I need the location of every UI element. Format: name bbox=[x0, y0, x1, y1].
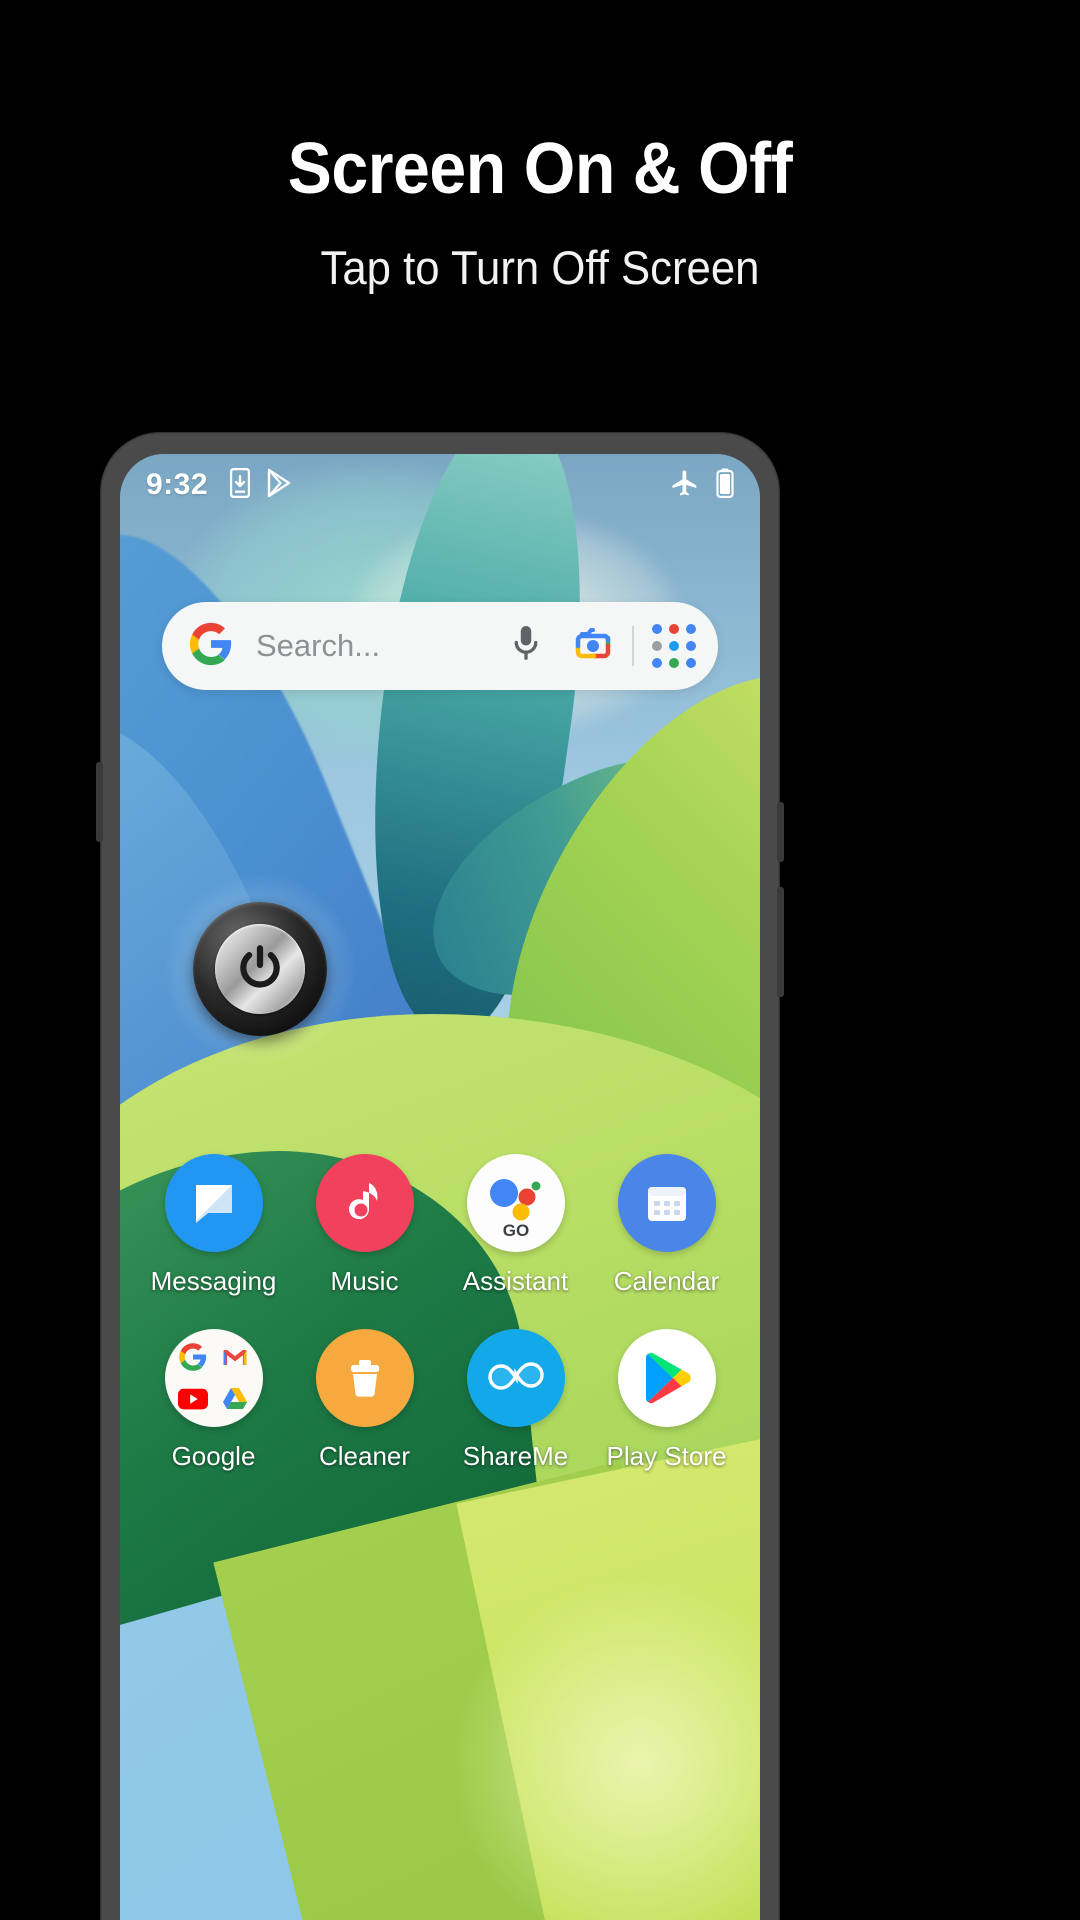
airplane-mode-icon bbox=[670, 468, 700, 503]
google-lens-camera-icon[interactable] bbox=[570, 624, 614, 669]
app-google-folder[interactable]: Google bbox=[149, 1329, 279, 1472]
power-icon bbox=[235, 942, 285, 997]
phone-download-icon bbox=[229, 467, 251, 503]
app-drawer-dots-icon[interactable] bbox=[652, 624, 696, 668]
app-calendar[interactable]: Calendar bbox=[602, 1154, 732, 1297]
app-label: Play Store bbox=[606, 1441, 727, 1471]
microphone-icon[interactable] bbox=[508, 623, 544, 670]
app-label: Assistant bbox=[462, 1266, 569, 1296]
app-label: Cleaner bbox=[318, 1441, 411, 1471]
phone-volume-rocker bbox=[777, 887, 784, 997]
app-grid: Messaging Music GO Assistant Calendar Go… bbox=[120, 1154, 760, 1504]
app-label: Google bbox=[171, 1441, 256, 1471]
screen-off-power-button[interactable] bbox=[165, 874, 355, 1064]
play-store-outline-icon bbox=[266, 468, 294, 503]
search-divider bbox=[632, 626, 634, 666]
infinity-icon bbox=[466, 1329, 565, 1427]
phone-power-side-button bbox=[777, 802, 784, 862]
power-button-face bbox=[215, 924, 305, 1014]
app-assistant[interactable]: GO Assistant bbox=[451, 1154, 581, 1297]
app-row: Messaging Music GO Assistant Calendar bbox=[120, 1154, 760, 1297]
app-music[interactable]: Music bbox=[300, 1154, 430, 1297]
page-subtitle: Tap to Turn Off Screen bbox=[320, 241, 760, 294]
battery-icon bbox=[716, 468, 734, 503]
phone-screen: 9:32 Search... Messaging Music GO Assist… bbox=[120, 454, 760, 1920]
trash-can-icon bbox=[315, 1329, 414, 1427]
promo-screenshot: Screen On & Off Tap to Turn Off Screen 9… bbox=[0, 0, 1080, 1920]
svg-text:GO: GO bbox=[502, 1221, 528, 1240]
status-bar: 9:32 bbox=[120, 454, 760, 516]
app-label: ShareMe bbox=[462, 1441, 569, 1471]
app-play-store[interactable]: Play Store bbox=[602, 1329, 732, 1472]
google-go-icon bbox=[178, 1342, 208, 1372]
messaging-icon bbox=[164, 1154, 263, 1252]
app-label: Music bbox=[330, 1266, 399, 1296]
youtube-icon bbox=[177, 1384, 208, 1414]
search-input[interactable]: Search... bbox=[256, 628, 508, 664]
app-row: Google Cleaner ShareMe Play Store bbox=[120, 1329, 760, 1472]
status-bar-clock: 9:32 bbox=[146, 468, 209, 501]
phone-mockup: 9:32 Search... Messaging Music GO Assist… bbox=[96, 432, 784, 1920]
music-note-icon bbox=[315, 1154, 414, 1252]
gmail-icon bbox=[220, 1342, 250, 1372]
play-store-icon bbox=[617, 1329, 716, 1427]
app-messaging[interactable]: Messaging bbox=[149, 1154, 279, 1297]
google-drive-icon bbox=[220, 1384, 250, 1414]
app-cleaner[interactable]: Cleaner bbox=[300, 1329, 430, 1472]
power-button-ring bbox=[193, 902, 327, 1036]
page-title: Screen On & Off bbox=[287, 129, 793, 209]
google-g-logo bbox=[188, 621, 234, 672]
calendar-icon bbox=[617, 1154, 716, 1252]
assistant-go-icon: GO bbox=[466, 1154, 565, 1252]
google-search-bar[interactable]: Search... bbox=[162, 602, 718, 690]
app-shareme[interactable]: ShareMe bbox=[451, 1329, 581, 1472]
app-label: Calendar bbox=[613, 1266, 720, 1296]
google-folder-icon bbox=[164, 1329, 263, 1427]
phone-volume-button bbox=[96, 762, 103, 842]
app-label: Messaging bbox=[150, 1266, 277, 1296]
